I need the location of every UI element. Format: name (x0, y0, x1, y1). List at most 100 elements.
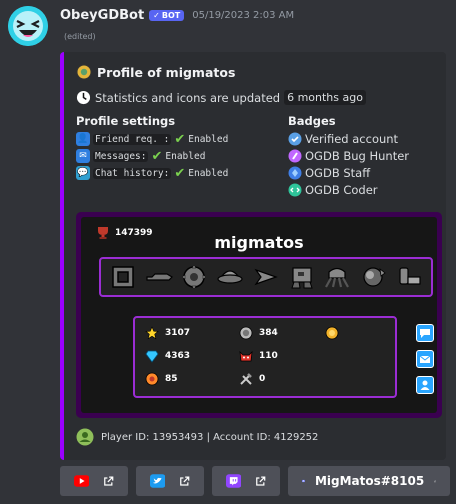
card-friend-icon (416, 376, 434, 394)
moon-orb-icon (145, 372, 159, 386)
link-buttons-row: MigMatos#8105 (60, 466, 450, 496)
icon-set-bar (99, 257, 433, 297)
stat-diamonds: 4363 (145, 349, 190, 363)
setting-label: Friend req. : (93, 133, 172, 145)
bot-avatar[interactable] (8, 6, 48, 46)
external-link-icon (434, 480, 436, 482)
stat-value: 85 (165, 374, 178, 384)
badge-label: OGDB Bug Hunter (305, 149, 410, 163)
creator-points-icon (239, 372, 253, 386)
setting-value: Enabled (165, 150, 206, 162)
ball-icon (180, 263, 208, 291)
twitter-link-button[interactable] (136, 466, 204, 496)
badges-title: Badges (288, 114, 336, 128)
stat-value: 4363 (165, 351, 191, 361)
twitch-icon (226, 474, 242, 488)
user-coin-icon (325, 326, 339, 340)
profile-card-background: 147399 migmatos 3107 384 4363 110 85 0 (81, 217, 437, 413)
chat-history-icon: 💬 (76, 166, 90, 180)
jetpack-icon (395, 263, 423, 291)
setting-friend-requests: 👤 Friend req. : ✔ Enabled (76, 132, 228, 146)
embed-footer: Player ID: 13953493 | Account ID: 412925… (76, 428, 318, 446)
setting-label: Messages: (93, 150, 149, 162)
stat-value: 0 (259, 374, 266, 384)
player-name: migmatos (214, 233, 304, 252)
badge-label: OGDB Coder (305, 183, 378, 197)
external-link-icon (104, 475, 114, 486)
external-link-icon (256, 475, 266, 486)
player-footer-icon (76, 428, 94, 446)
star-icon (145, 326, 159, 340)
card-chat-icon (416, 324, 434, 342)
stat-value: 110 (259, 351, 278, 361)
check-icon: ✔ (151, 148, 163, 164)
demon-icon (239, 349, 253, 363)
embed-title: Profile of migmatos (76, 64, 235, 80)
youtube-link-button[interactable] (60, 466, 128, 496)
wave-icon (252, 263, 280, 291)
bot-tag-label: BOT (161, 11, 181, 20)
discord-link-button[interactable]: MigMatos#8105 (288, 466, 450, 496)
setting-value: Enabled (188, 133, 229, 145)
badge-label: OGDB Staff (305, 166, 371, 180)
twitter-icon (150, 474, 166, 488)
cube-icon (109, 263, 137, 291)
bug-hunter-icon (288, 149, 302, 163)
stats-update-note: Statistics and icons are updated 6 month… (76, 90, 366, 105)
globe-icon (76, 64, 92, 80)
check-icon: ✔ (174, 131, 186, 147)
timestamp: 05/19/2023 2:03 AM (192, 10, 295, 21)
profile-settings-title: Profile settings (76, 114, 176, 128)
discord-icon (302, 479, 305, 483)
setting-chat-history: 💬 Chat history: ✔ Enabled (76, 166, 228, 180)
staff-icon (288, 166, 302, 180)
stat-stars: 3107 (145, 326, 190, 340)
swing-icon (359, 263, 387, 291)
profile-embed: Profile of migmatos Statistics and icons… (60, 52, 446, 460)
discord-button-label: MigMatos#8105 (314, 474, 425, 488)
bot-tag: ✓ BOT (149, 10, 185, 21)
verified-check-icon: ✓ (153, 11, 160, 20)
stats-note-text: Statistics and icons are updated (95, 90, 281, 105)
message-header: ObeyGDBot ✓ BOT 05/19/2023 2:03 AM (60, 8, 294, 23)
stat-user-coins (325, 326, 345, 340)
stat-value: 3107 (165, 328, 191, 338)
badge-staff: OGDB Staff (288, 166, 370, 180)
diamond-icon (145, 349, 159, 363)
clock-icon (76, 90, 91, 105)
badge-verified: Verified account (288, 132, 398, 146)
setting-messages: ✉ Messages: ✔ Enabled (76, 149, 205, 163)
setting-label: Chat history: (93, 167, 172, 179)
card-message-icon (416, 350, 434, 368)
embed-title-text: Profile of migmatos (97, 64, 236, 80)
badge-bug-hunter: OGDB Bug Hunter (288, 149, 409, 163)
messages-icon: ✉ (76, 149, 90, 163)
footer-text: Player ID: 13953493 | Account ID: 412925… (101, 431, 319, 443)
friend-request-icon: 👤 (76, 132, 90, 146)
stats-age: 6 months ago (284, 90, 366, 105)
stats-box: 3107 384 4363 110 85 0 (133, 316, 397, 398)
external-link-icon (180, 475, 190, 486)
edited-label: (edited) (64, 32, 96, 41)
stat-demons: 110 (239, 349, 278, 363)
profile-card-image: 147399 migmatos 3107 384 4363 110 85 0 (76, 212, 442, 418)
badge-coder: OGDB Coder (288, 183, 378, 197)
stat-secret-coins: 384 (239, 326, 278, 340)
robot-icon (288, 263, 316, 291)
twitch-link-button[interactable] (212, 466, 280, 496)
stat-value: 384 (259, 328, 278, 338)
username[interactable]: ObeyGDBot (60, 8, 144, 23)
coder-icon (288, 183, 302, 197)
badge-label: Verified account (305, 132, 399, 146)
spider-icon (323, 263, 351, 291)
laughing-face-icon (8, 6, 48, 46)
stat-creator-points: 0 (239, 372, 265, 386)
stat-orbs: 85 (145, 372, 178, 386)
secret-coin-icon (239, 326, 253, 340)
ship-icon (145, 263, 173, 291)
setting-value: Enabled (188, 167, 229, 179)
ufo-icon (216, 263, 244, 291)
youtube-icon (74, 475, 90, 487)
check-icon: ✔ (174, 165, 186, 181)
verified-icon (288, 132, 302, 146)
